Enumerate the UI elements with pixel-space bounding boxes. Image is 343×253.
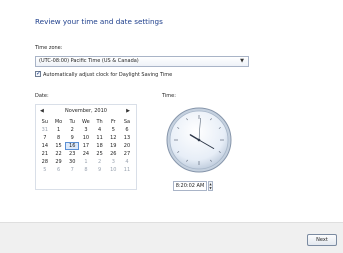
calendar-day[interactable]: 21 xyxy=(38,150,52,158)
calendar-day[interactable]: 6 xyxy=(120,126,134,134)
calendar-day[interactable]: 3 xyxy=(79,126,93,134)
calendar-day[interactable]: 8 xyxy=(79,166,93,174)
calendar-day[interactable]: 11 xyxy=(93,134,107,142)
calendar-day[interactable]: 7 xyxy=(65,166,79,174)
dst-checkbox[interactable]: ✓ xyxy=(35,70,42,77)
calendar-day[interactable]: 9 xyxy=(65,134,79,142)
calendar-day[interactable]: 12 xyxy=(106,134,120,142)
page-title: Review your time and date settings xyxy=(35,17,163,26)
weekday-label: We xyxy=(82,119,90,125)
calendar: ◀ November, 2010 ▶ Su Mo Tu We Th Fr Sa 31 1 2 3 4 5… xyxy=(35,104,137,190)
calendar-day[interactable]: 24 xyxy=(79,150,93,158)
calendar-week-row: 28 29 30 1 2 3 4 xyxy=(38,158,134,166)
calendar-day[interactable]: 10 xyxy=(106,166,120,174)
calendar-day[interactable]: 16 xyxy=(65,142,80,150)
calendar-day[interactable]: 31 xyxy=(38,126,52,134)
weekday-label: Tu xyxy=(69,119,75,125)
calendar-day[interactable]: 28 xyxy=(38,158,52,166)
calendar-day[interactable]: 9 xyxy=(93,166,107,174)
spin-down-icon[interactable]: ▼ xyxy=(209,186,212,190)
calendar-day[interactable]: 19 xyxy=(106,142,120,150)
calendar-week-row: 14 15 16 17 18 19 20 xyxy=(38,142,134,150)
calendar-day[interactable]: 4 xyxy=(120,158,134,166)
weekday-label: Sa xyxy=(123,119,131,125)
chevron-right-icon[interactable]: ▶ xyxy=(126,108,130,114)
calendar-day[interactable]: 1 xyxy=(79,158,93,166)
time-label: Time: xyxy=(162,93,176,99)
chevron-left-icon[interactable]: ◀ xyxy=(40,108,44,114)
calendar-month-label[interactable]: November, 2010 xyxy=(65,108,107,114)
calendar-header: ◀ November, 2010 ▶ xyxy=(36,108,136,117)
calendar-week-row: 7 8 9 10 11 12 13 xyxy=(38,134,134,142)
calendar-day[interactable]: 17 xyxy=(79,142,93,150)
calendar-grid: Su Mo Tu We Th Fr Sa 31 1 2 3 4 5 6 7 8 9 10 11 12 13 14 15 16 1… xyxy=(38,118,134,174)
calendar-day[interactable]: 27 xyxy=(120,150,134,158)
checkmark-icon: ✓ xyxy=(36,70,42,77)
weekday-header: Su Mo Tu We Th Fr Sa xyxy=(38,118,134,126)
chevron-down-icon: ▼ xyxy=(240,58,244,64)
timezone-value: (UTC-08:00) Pacific Time (US & Canada) xyxy=(39,58,139,64)
weekday-label: Mo xyxy=(54,119,63,125)
calendar-day[interactable]: 30 xyxy=(65,158,79,166)
calendar-week-row: 21 22 23 24 25 26 27 xyxy=(38,150,134,158)
calendar-day[interactable]: 2 xyxy=(65,126,79,134)
calendar-day[interactable]: 8 xyxy=(52,134,66,142)
next-button[interactable]: Next xyxy=(307,234,337,246)
calendar-day[interactable]: 6 xyxy=(52,166,66,174)
calendar-day[interactable]: 4 xyxy=(93,126,107,134)
dst-checkbox-row[interactable]: ✓ Automatically adjust clock for Daylight… xyxy=(35,70,173,79)
calendar-week-row: 31 1 2 3 4 5 6 xyxy=(38,126,134,134)
calendar-day[interactable]: 2 xyxy=(93,158,107,166)
calendar-day[interactable]: 5 xyxy=(106,126,120,134)
calendar-day[interactable]: 13 xyxy=(120,134,134,142)
timezone-label: Time zone: xyxy=(35,45,63,51)
calendar-day[interactable]: 25 xyxy=(93,150,107,158)
calendar-day[interactable]: 15 xyxy=(52,142,66,150)
dst-label: Automatically adjust clock for Daylight … xyxy=(43,72,173,78)
calendar-day[interactable]: 29 xyxy=(52,158,66,166)
weekday-label: Fr xyxy=(110,119,116,125)
calendar-day[interactable]: 10 xyxy=(79,134,93,142)
footer-bar xyxy=(0,222,343,253)
calendar-day[interactable]: 18 xyxy=(93,142,107,150)
analog-clock xyxy=(164,102,234,178)
calendar-day[interactable]: 7 xyxy=(38,134,52,142)
calendar-week-row: 5 6 7 8 9 10 11 xyxy=(38,166,134,174)
time-input[interactable]: 8:20:02 AM xyxy=(173,181,207,191)
timezone-select[interactable]: (UTC-08:00) Pacific Time (US & Canada) ▼ xyxy=(35,56,249,67)
calendar-day[interactable]: 14 xyxy=(38,142,52,150)
date-label: Date: xyxy=(35,93,49,99)
weekday-label: Th xyxy=(96,119,103,125)
calendar-day[interactable]: 5 xyxy=(38,166,52,174)
weekday-label: Su xyxy=(41,119,49,125)
calendar-day[interactable]: 1 xyxy=(52,126,66,134)
calendar-day[interactable]: 11 xyxy=(120,166,134,174)
time-spinner[interactable]: ▲ ▼ xyxy=(208,181,213,191)
calendar-day[interactable]: 23 xyxy=(65,150,79,158)
calendar-day[interactable]: 26 xyxy=(106,150,120,158)
calendar-day[interactable]: 22 xyxy=(52,150,66,158)
calendar-day[interactable]: 3 xyxy=(106,158,120,166)
calendar-day[interactable]: 20 xyxy=(120,142,134,150)
